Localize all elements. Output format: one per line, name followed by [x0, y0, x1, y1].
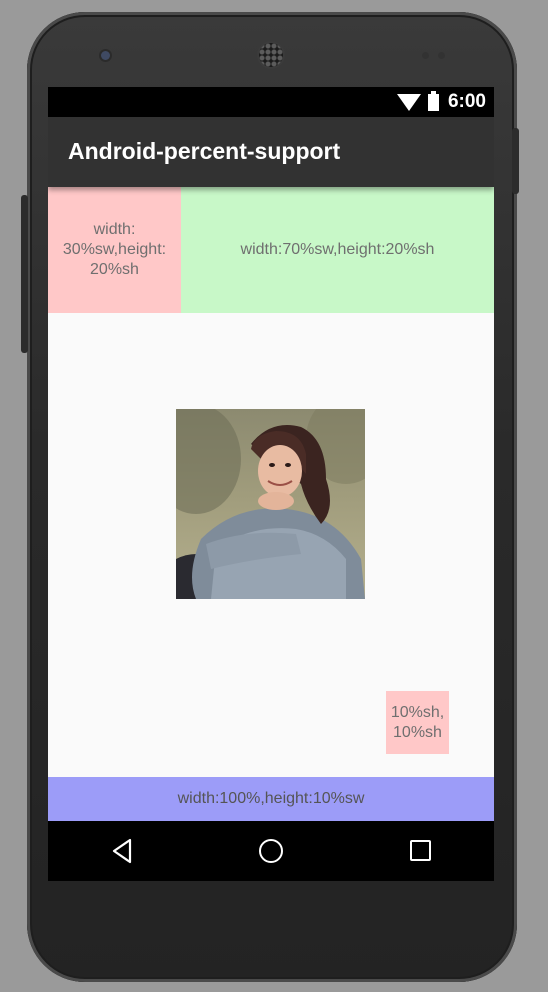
- percent-box-label: width:100%,height:10%sw: [177, 790, 365, 807]
- percent-box-10sh-10sh: 10%sh, 10%sh: [386, 691, 449, 754]
- percent-box-label: 10%sh, 10%sh: [390, 703, 445, 741]
- status-icons: 6:00: [396, 90, 486, 113]
- app-bar: Android-percent-support: [48, 117, 494, 187]
- earpiece-speaker: [259, 43, 283, 67]
- percent-box-30sw-20sh: width: 30%sw,height: 20%sh: [48, 187, 181, 313]
- percent-box-label: width: 30%sw,height: 20%sh: [62, 221, 167, 278]
- status-bar: 6:00: [48, 87, 494, 117]
- photo-image: [176, 409, 365, 599]
- percent-box-100-10sw: width:100%,height:10%sw: [48, 777, 494, 821]
- status-time: 6:00: [447, 91, 486, 112]
- home-icon[interactable]: [259, 839, 283, 863]
- screen: 6:00 Android-percent-support width: 30%s…: [48, 87, 494, 881]
- battery-icon: [427, 90, 439, 111]
- wifi-icon: [396, 93, 421, 111]
- volume-button: [21, 195, 28, 353]
- percent-box-70sw-20sh: width:70%sw,height:20%sh: [181, 187, 494, 313]
- navigation-bar: [48, 821, 494, 881]
- front-camera: [101, 51, 110, 60]
- app-title: Android-percent-support: [68, 138, 341, 164]
- power-button: [512, 128, 519, 194]
- percent-box-label: width:70%sw,height:20%sh: [240, 241, 435, 258]
- proximity-sensor: [422, 52, 429, 59]
- recents-icon[interactable]: [410, 840, 431, 861]
- light-sensor: [438, 52, 445, 59]
- back-icon[interactable]: [111, 838, 133, 864]
